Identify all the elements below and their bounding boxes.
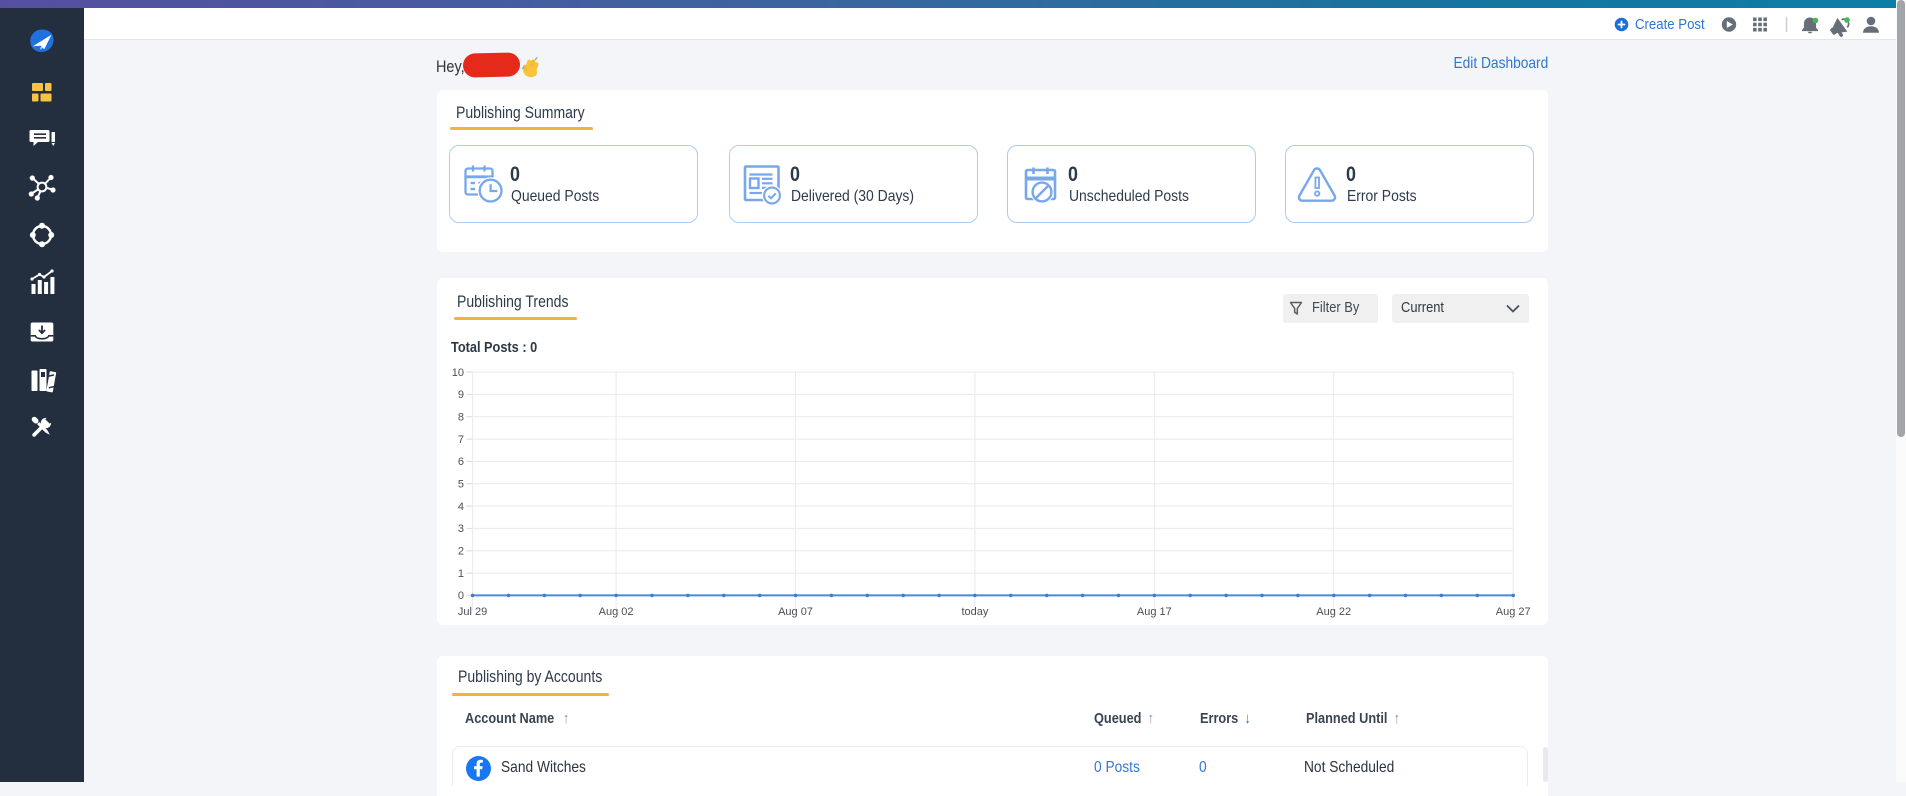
svg-text:Aug 07: Aug 07 xyxy=(778,606,813,618)
svg-text:Jul 29: Jul 29 xyxy=(458,606,487,618)
svg-text:2: 2 xyxy=(458,546,464,558)
svg-text:9: 9 xyxy=(458,389,464,401)
svg-text:7: 7 xyxy=(458,434,464,446)
svg-text:Aug 02: Aug 02 xyxy=(599,606,634,618)
svg-text:Aug 27: Aug 27 xyxy=(1496,606,1531,618)
svg-text:6: 6 xyxy=(458,456,464,468)
svg-text:5: 5 xyxy=(458,479,464,491)
svg-text:0: 0 xyxy=(458,590,464,602)
svg-text:8: 8 xyxy=(458,412,464,424)
svg-text:Aug 22: Aug 22 xyxy=(1316,606,1351,618)
svg-text:4: 4 xyxy=(458,501,464,513)
svg-text:10: 10 xyxy=(452,367,464,379)
svg-text:1: 1 xyxy=(458,568,464,580)
svg-text:Aug 17: Aug 17 xyxy=(1137,606,1172,618)
svg-text:3: 3 xyxy=(458,523,464,535)
svg-text:today: today xyxy=(961,606,988,618)
